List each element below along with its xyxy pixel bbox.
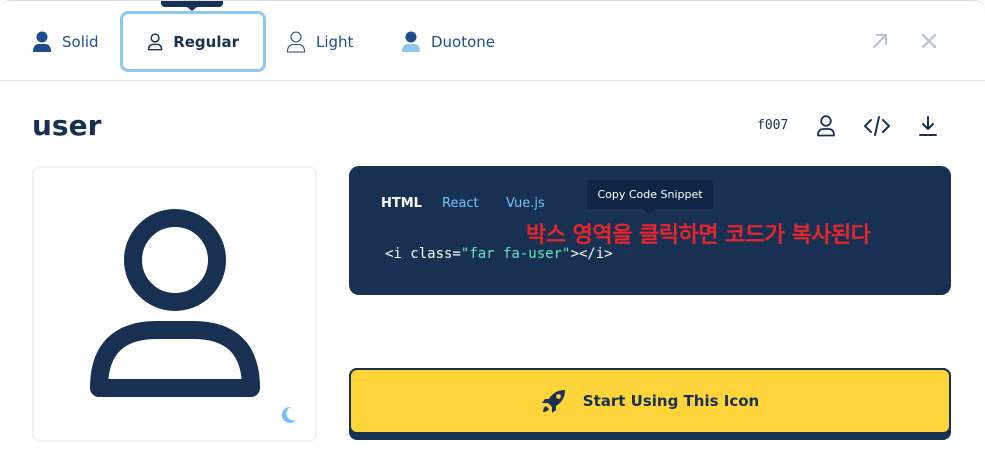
- copy-code-button[interactable]: [862, 111, 892, 141]
- download-button[interactable]: [913, 111, 943, 141]
- tab-label: Duotone: [431, 32, 496, 51]
- user-solid-icon: [33, 31, 51, 52]
- expand-button[interactable]: [868, 29, 892, 53]
- style-tabs: Solid Regular Light Duotone: [0, 1, 985, 81]
- close-icon: [921, 33, 937, 49]
- tab-label: Light: [316, 32, 354, 51]
- tab-label: Regular: [173, 32, 239, 51]
- start-using-button-face: Start Using This Icon: [349, 368, 951, 434]
- tab-light[interactable]: Light: [286, 11, 353, 72]
- code-tab-html[interactable]: HTML: [381, 196, 422, 211]
- code-tab-vue[interactable]: Vue.js: [506, 196, 545, 211]
- arrow-up-right-icon: [873, 34, 887, 48]
- user-duotone-icon: [402, 31, 420, 52]
- code-icon: [864, 116, 890, 136]
- code-tab-react[interactable]: React: [442, 196, 479, 211]
- tab-label: Solid: [62, 32, 99, 51]
- icon-preview: [32, 166, 317, 442]
- start-using-label: Start Using This Icon: [582, 392, 760, 410]
- unicode-value[interactable]: f007: [757, 118, 788, 133]
- moon-icon[interactable]: [278, 405, 298, 425]
- annotation-text: 박스 영역을 클릭하면 코드가 복사된다: [526, 223, 871, 248]
- rocket-icon: [541, 390, 565, 413]
- start-using-button[interactable]: Start Using This Icon: [349, 368, 951, 440]
- tab-duotone[interactable]: Duotone: [401, 11, 495, 72]
- tab-tooltip-pointer: [161, 1, 223, 11]
- tab-regular[interactable]: Regular: [120, 11, 266, 72]
- icon-detail-modal: Solid Regular Light Duotone user f007 HT…: [0, 0, 985, 463]
- close-button[interactable]: [917, 29, 941, 53]
- user-glyph-icon: [817, 115, 835, 137]
- tab-solid[interactable]: Solid: [32, 11, 99, 72]
- user-light-icon: [286, 30, 306, 53]
- user-preview-icon: [90, 209, 260, 397]
- user-regular-icon: [147, 32, 163, 50]
- download-icon: [919, 116, 937, 136]
- icon-name-title: user: [32, 109, 102, 142]
- copy-glyph-button[interactable]: [811, 111, 841, 141]
- copy-tooltip: Copy Code Snippet: [587, 180, 713, 214]
